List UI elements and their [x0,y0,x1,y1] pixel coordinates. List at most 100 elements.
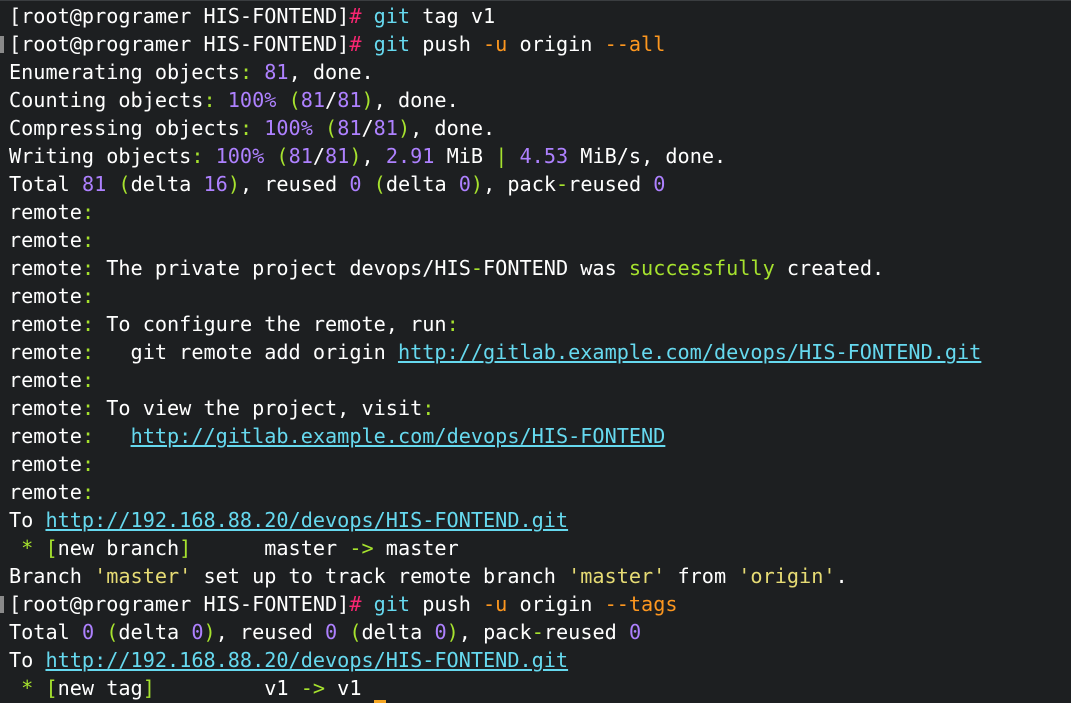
terminal-line: Branch 'master' set up to track remote b… [9,562,848,590]
terminal-text: delta [361,620,435,644]
terminal-text: 4.53 [519,144,569,168]
terminal-line: remote: [9,478,94,506]
terminal-link[interactable]: http://192.168.88.20/devops/HIS-FONTEND.… [45,508,568,532]
terminal-line: remote: [9,366,94,394]
terminal-text: delta [118,620,192,644]
terminal-text: --tags [604,592,678,616]
terminal-link[interactable]: http://gitlab.example.com/devops/HIS-FON… [398,340,981,364]
terminal-text: ( [349,620,362,644]
terminal-text: : [446,312,459,336]
terminal-line: Total 81 (delta 16), reused 0 (delta 0),… [9,170,665,198]
terminal-text: ) [397,116,411,140]
terminal-text: ( [276,144,289,168]
terminal-text: , reused [215,620,326,644]
terminal-link[interactable]: http://192.168.88.20/devops/HIS-FONTEND.… [45,648,568,672]
terminal-text: : [81,396,95,420]
terminal-text: To [9,648,46,672]
terminal-text: -u [483,592,508,616]
terminal-text: new branch [57,536,180,560]
terminal-text: | [495,144,508,168]
terminal-text: git [373,592,411,616]
terminal-text: [ [45,676,58,700]
terminal-text: git remote add origin [94,340,398,364]
terminal-text: FONTEND was [483,256,629,280]
terminal-text: -> [300,676,326,700]
terminal-text: [root@programer HIS-FONTEND] [9,592,350,616]
terminal-text: , done. [373,88,459,112]
terminal-text: , reused [239,172,350,196]
terminal-text: : [239,60,253,84]
terminal-text: 2.91 [385,144,435,168]
terminal-text: --all [604,32,666,56]
terminal-line: remote: [9,450,94,478]
terminal-text: 'master' [568,564,666,588]
terminal-text: : [81,368,95,392]
terminal-line: Counting objects: 100% (81/81), done. [9,86,459,114]
terminal-line: remote: To view the project, visit: [9,394,434,422]
terminal-text: : [81,424,95,448]
terminal-text: ( [373,172,386,196]
terminal-text: 'origin' [738,564,836,588]
terminal-line: Compressing objects: 100% (81/81), done. [9,114,495,142]
terminal-text: : [203,88,216,112]
terminal-text: 0 [458,172,471,196]
terminal-line: [root@programer HIS-FONTEND]# git push -… [9,30,665,58]
terminal-link[interactable]: http://gitlab.example.com/devops/HIS-FON… [131,424,666,448]
terminal-text: : [239,116,253,140]
terminal-text: Branch [9,564,95,588]
terminal-text: Counting objects [9,88,204,112]
terminal-line: remote: [9,282,94,310]
terminal-text: 100% [227,88,277,112]
terminal-text: v1 [154,676,301,700]
terminal-text: , pack [458,620,532,644]
terminal-text: . [835,564,848,588]
terminal-text: 81 [337,116,362,140]
terminal-text: : [81,256,95,280]
terminal-text: # [349,592,374,616]
terminal-text: 100% [215,144,265,168]
terminal-text: 0 [653,172,666,196]
terminal-text: git [373,32,411,56]
terminal-text: - [556,172,569,196]
terminal-text: : [81,452,95,476]
terminal-text: : [81,312,95,336]
terminal-line: [root@programer HIS-FONTEND]# git tag v1 [9,2,495,30]
terminal-text: remote [9,200,82,224]
terminal-text: , done. [288,60,374,84]
terminal-text: ) [227,172,240,196]
terminal-text: , [361,144,386,168]
top-border [0,0,1071,1]
terminal-text: Total [9,620,82,644]
terminal-text: v1 [325,676,374,700]
terminal-text: 81 [373,116,398,140]
terminal-line: Total 0 (delta 0), reused 0 (delta 0), p… [9,618,641,646]
terminal-text: ) [349,144,362,168]
terminal-text: tag v1 [410,4,496,28]
terminal-line: remote: git remote add origin http://git… [9,338,981,366]
terminal-text: [root@programer HIS-FONTEND] [9,32,350,56]
terminal-text: created. [774,256,885,280]
terminal-text: : [81,200,95,224]
terminal-text: ( [118,172,131,196]
terminal-line: To http://192.168.88.20/devops/HIS-FONTE… [9,506,568,534]
terminal-text: remote [9,452,82,476]
terminal-text: successfully [628,256,775,280]
terminal-line: * [new branch] master -> master [9,534,459,562]
terminal-text: [root@programer HIS-FONTEND] [9,4,350,28]
terminal-window[interactable]: [root@programer HIS-FONTEND]# git tag v1… [0,0,1071,703]
terminal-text: 81 [300,88,326,112]
terminal-text: / [312,144,326,168]
terminal-text: ) [470,172,484,196]
terminal-line: Enumerating objects: 81, done. [9,58,374,86]
